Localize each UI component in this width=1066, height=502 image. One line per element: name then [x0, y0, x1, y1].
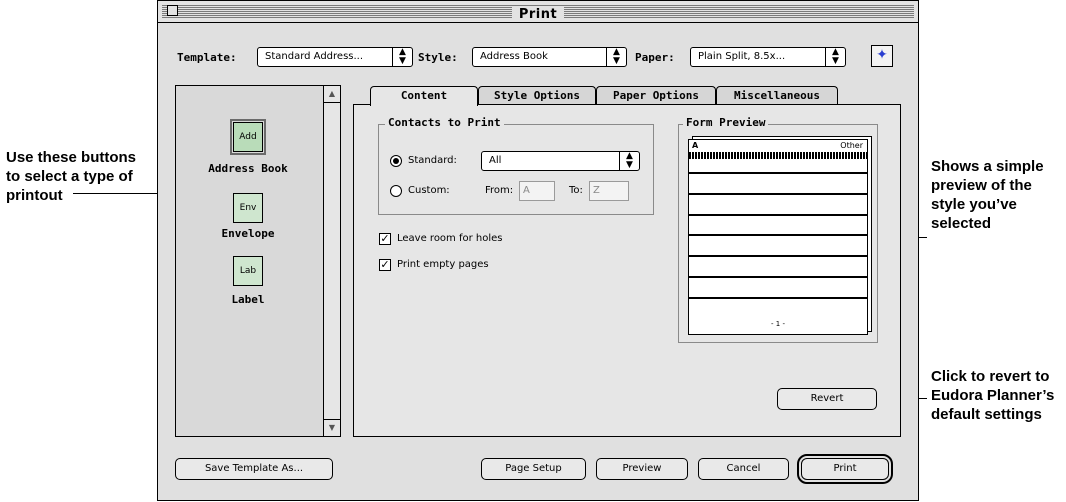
contacts-to-print-title: Contacts to Print — [385, 116, 504, 129]
popup-arrows-icon: ▲ ▼ — [825, 48, 845, 66]
preview-row — [689, 255, 867, 257]
preview-header-right: Other — [840, 141, 863, 150]
tab-miscellaneous[interactable]: Miscellaneous — [716, 86, 838, 105]
paper-value: Plain Split, 8.5x... — [698, 51, 786, 62]
preview-row — [689, 214, 867, 216]
paper-label: Paper: — [635, 51, 675, 64]
custom-label: Custom: — [408, 185, 450, 196]
standard-radio[interactable] — [390, 155, 402, 167]
scroll-down-arrow-icon[interactable]: ▼ — [324, 419, 340, 436]
print-button[interactable]: Print — [797, 454, 893, 484]
standard-popup[interactable]: All ▲ ▼ — [481, 151, 640, 171]
callout-line-1: Use these buttons — [6, 149, 137, 166]
template-popup[interactable]: Standard Address... ▲ ▼ — [257, 47, 413, 67]
preview-header-left: A — [692, 141, 699, 150]
paper-popup[interactable]: Plain Split, 8.5x... ▲ ▼ — [690, 47, 846, 67]
to-label: To: — [569, 185, 583, 196]
popup-arrows-icon: ▲ ▼ — [392, 48, 412, 66]
print-empty-label: Print empty pages — [397, 259, 489, 270]
callout-line-3: style you’ve — [931, 196, 1017, 213]
leave-room-checkbox[interactable]: ✓ — [379, 233, 391, 245]
callout-line-3: default settings — [931, 406, 1042, 423]
save-template-button[interactable]: Save Template As... — [175, 458, 333, 480]
callout-revert: Click to revert to Eudora Planner’s defa… — [931, 367, 1066, 424]
template-label: Template: — [177, 51, 237, 64]
tab-paper-options[interactable]: Paper Options — [596, 86, 716, 105]
label-icon-text: Lab — [239, 266, 257, 276]
cancel-button[interactable]: Cancel — [698, 458, 789, 480]
popup-arrows-icon: ▲ ▼ — [606, 48, 626, 66]
envelope-icon-text: Env — [239, 203, 257, 213]
callout-line-2: preview of the — [931, 177, 1032, 194]
style-value: Address Book — [480, 51, 548, 62]
from-label: From: — [485, 185, 514, 196]
popup-arrows-icon: ▲ ▼ — [619, 152, 639, 170]
page-setup-button[interactable]: Page Setup — [481, 458, 586, 480]
style-label: Style: — [418, 51, 458, 64]
to-field[interactable]: Z — [589, 181, 629, 201]
compass-help-icon[interactable]: ✦ — [871, 45, 893, 67]
preview-row — [689, 297, 867, 299]
content-tab-panel: Contacts to Print Standard: All ▲ ▼ Custo… — [353, 104, 901, 437]
print-empty-checkbox[interactable]: ✓ — [379, 259, 391, 271]
window-title: Print — [158, 3, 918, 22]
leave-room-label: Leave room for holes — [397, 233, 503, 244]
print-type-scrollbar[interactable]: ▲ ▼ — [323, 86, 340, 436]
callout-line-1: Click to revert to — [931, 368, 1050, 385]
from-field[interactable]: A — [519, 181, 555, 201]
print-type-list: ▲ ▼ Add Address Book Env Envelope Lab La… — [175, 85, 341, 437]
address-book-button[interactable]: Add — [230, 119, 266, 155]
callout-line-3: printout — [6, 187, 63, 204]
print-dialog: Print Template: Standard Address... ▲ ▼ S… — [157, 0, 919, 501]
address-book-label: Address Book — [208, 162, 288, 175]
preview-row — [689, 172, 867, 174]
revert-button[interactable]: Revert — [777, 388, 877, 410]
label-label: Label — [231, 293, 265, 306]
preview-row — [689, 152, 867, 159]
label-button[interactable]: Lab — [233, 256, 263, 286]
preview-row — [689, 193, 867, 195]
callout-print-type-buttons: Use these buttons to select a type of pr… — [6, 148, 156, 205]
preview-row — [689, 234, 867, 236]
envelope-label: Envelope — [221, 227, 275, 240]
preview-row — [689, 276, 867, 278]
standard-value: All — [489, 155, 502, 166]
custom-radio[interactable] — [390, 185, 402, 197]
template-value: Standard Address... — [265, 51, 364, 62]
preview-page-number: - 1 - — [771, 320, 785, 328]
standard-label: Standard: — [408, 155, 457, 166]
envelope-button[interactable]: Env — [233, 193, 263, 223]
tab-style-options[interactable]: Style Options — [478, 86, 596, 105]
scroll-up-arrow-icon[interactable]: ▲ — [324, 86, 340, 103]
contacts-to-print-group: Contacts to Print Standard: All ▲ ▼ Custo… — [378, 116, 654, 215]
callout-line-1: Shows a simple — [931, 158, 1044, 175]
form-preview-title: Form Preview — [683, 116, 769, 129]
address-book-icon-text: Add — [239, 132, 257, 142]
callout-form-preview: Shows a simple preview of the style you’… — [931, 157, 1061, 233]
callout-line-2: to select a type of — [6, 168, 133, 185]
tab-content[interactable]: Content — [370, 86, 478, 106]
preview-button[interactable]: Preview — [596, 458, 688, 480]
title-bar[interactable]: Print — [158, 1, 918, 23]
form-preview-group: Form Preview A Other - 1 - — [678, 116, 878, 343]
callout-line-4: selected — [931, 215, 992, 232]
preview-page: A Other - 1 - — [688, 139, 868, 335]
callout-line-2: Eudora Planner’s — [931, 387, 1055, 404]
style-popup[interactable]: Address Book ▲ ▼ — [472, 47, 627, 67]
